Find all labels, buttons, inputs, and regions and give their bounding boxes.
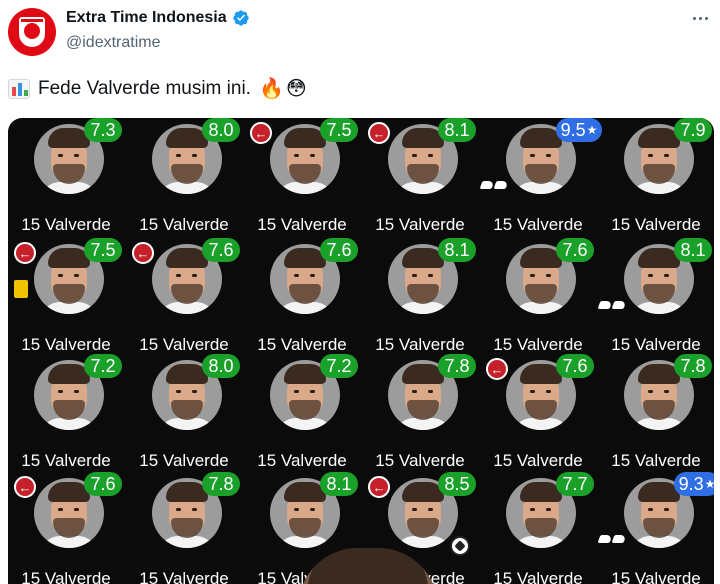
player-label: 15 Valverde (493, 569, 583, 584)
rating-cell: 7.6 15 Valverde ← (480, 354, 596, 472)
player-label: 15 Valverde (611, 215, 701, 234)
extra-time-logo-icon (19, 17, 45, 47)
player-label: 15 Valverde (375, 335, 465, 354)
rating-cell: 9.5 15 Valverde (479, 118, 602, 236)
rating-cell: 9.3 15 Valverde (597, 472, 714, 584)
substitution-icon: ← (14, 476, 36, 498)
match-rating-badge: 7.3 (84, 118, 122, 142)
rating-cell: 7.8 15 Valverde (126, 472, 242, 584)
yellow-card-icon (14, 280, 28, 298)
player-label: 15 Valverde (493, 451, 583, 470)
rating-cell: 7.5 15 Valverde ← (244, 118, 360, 236)
rating-cell: 7.9 15 Valverde (598, 118, 714, 236)
rating-cell: 7.6 15 Valverde (480, 238, 596, 356)
match-rating-badge: 8.5 (438, 472, 476, 496)
rating-cell: 7.2 15 Valverde (244, 354, 360, 472)
account-handle[interactable]: @idextratime (66, 34, 161, 52)
player-label: 15 Valverde (21, 451, 111, 470)
match-rating-badge: 8.0 (202, 118, 240, 142)
match-rating-badge: 8.1 (438, 118, 476, 142)
rating-cell: 7.6 15 Valverde ← (8, 472, 124, 584)
rating-cell: 8.1 15 Valverde (597, 238, 714, 356)
rating-cell: 7.5 15 Valverde ← (8, 238, 124, 356)
substitution-icon: ← (368, 122, 390, 144)
match-rating-badge: 7.5 (320, 118, 358, 142)
assist-boots-icon (597, 296, 627, 314)
match-rating-badge: 8.1 (674, 238, 712, 262)
rating-cell: 8.1 15 Valverde ← (362, 118, 478, 236)
player-label: 15 Valverde (139, 335, 229, 354)
substitution-icon: ← (250, 122, 272, 144)
tweet-media-image[interactable]: 9.3 15 Valverde 7.7 15 Valverde 8.5 15 Valver… (8, 118, 714, 584)
match-rating-badge: 7.8 (438, 354, 476, 378)
match-rating-badge: 9.5 (556, 118, 602, 142)
verified-badge-icon (232, 10, 249, 26)
rating-cell: 7.8 15 Valverde (362, 354, 478, 472)
rating-cell: 7.6 15 Valverde ← (126, 238, 242, 356)
tweet-body: Fede Valverde musim ini. (38, 77, 251, 99)
bar-chart-emoji-icon (8, 78, 30, 99)
match-rating-badge: 7.8 (674, 354, 712, 378)
rating-cell: 8.0 15 Valverde (126, 354, 242, 472)
player-label: 15 Valverde (257, 215, 347, 234)
match-rating-badge: 7.5 (84, 238, 122, 262)
player-label: 15 Valverde (139, 451, 229, 470)
player-label: 15 Valverde (21, 335, 111, 354)
rating-cell: 7.6 15 Valverde (244, 238, 360, 356)
account-avatar[interactable] (8, 8, 56, 56)
match-rating-badge: 7.2 (320, 354, 358, 378)
substitution-icon: ← (14, 242, 36, 264)
player-label: 15 Valverde (139, 569, 229, 584)
match-rating-badge: 7.6 (320, 238, 358, 262)
substitution-icon: ← (132, 242, 154, 264)
match-rating-badge: 9.3 (674, 472, 714, 496)
match-rating-badge: 8.1 (438, 238, 476, 262)
player-label: 15 Valverde (375, 215, 465, 234)
match-rating-badge: 7.8 (202, 472, 240, 496)
substitution-icon: ← (368, 476, 390, 498)
match-rating-badge: 7.6 (556, 238, 594, 262)
player-label: 15 Valverde (611, 451, 701, 470)
fire-emoji-icon: 🔥 (258, 78, 284, 100)
rating-cell: 7.8 15 Valverde (598, 354, 714, 472)
match-rating-badge: 7.9 (674, 118, 712, 142)
player-label: 15 Valverde (21, 569, 111, 584)
assist-boots-icon (479, 176, 509, 194)
match-rating-badge: 7.2 (84, 354, 122, 378)
match-rating-badge: 7.6 (84, 472, 122, 496)
player-label: 15 Valverde (493, 215, 583, 234)
assist-boots-icon (597, 530, 627, 548)
match-rating-badge: 7.6 (202, 238, 240, 262)
rating-cell: 7.2 15 Valverde (8, 354, 124, 472)
name-row: Extra Time Indonesia (66, 9, 250, 27)
rating-cell: 7.3 15 Valverde (8, 118, 124, 236)
match-rating-badge: 8.0 (202, 354, 240, 378)
rating-cell: 8.0 15 Valverde (126, 118, 242, 236)
player-label: 15 Valverde (257, 335, 347, 354)
match-rating-badge: 7.7 (556, 472, 594, 496)
player-label: 15 Valverde (375, 451, 465, 470)
tweet-text: Fede Valverde musim ini. 🔥 😳 (8, 76, 307, 101)
display-name[interactable]: Extra Time Indonesia (66, 9, 227, 27)
player-label: 15 Valverde (139, 215, 229, 234)
rating-cell: 8.1 15 Valverde (362, 238, 478, 356)
tweet-header: Extra Time Indonesia @idextratime (0, 0, 720, 64)
player-label: 15 Valverde (21, 215, 111, 234)
more-options-icon[interactable] (688, 6, 712, 30)
match-rating-badge: 7.6 (556, 354, 594, 378)
player-label: 15 Valverde (611, 569, 701, 584)
player-label: 15 Valverde (493, 335, 583, 354)
rating-cell: 7.7 15 Valverde (480, 472, 596, 584)
player-label: 15 Valverde (257, 451, 347, 470)
match-rating-badge: 8.1 (320, 472, 358, 496)
goal-ball-icon (450, 536, 470, 556)
player-label: 15 Valverde (611, 335, 701, 354)
flushed-emoji-icon: 😳 (285, 78, 307, 100)
substitution-icon: ← (486, 358, 508, 380)
